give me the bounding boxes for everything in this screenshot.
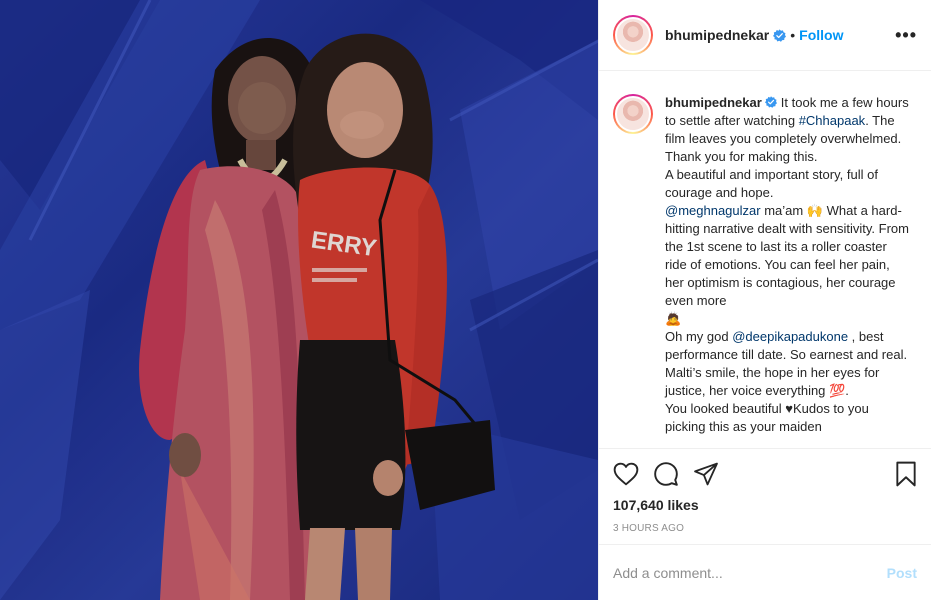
caption-area: bhumipednekar It took me a few hours to s… [599, 72, 931, 448]
share-icon [694, 462, 718, 486]
raised-hands-emoji: 🙌 [806, 203, 824, 218]
avatar[interactable] [613, 15, 653, 55]
post-photo-illustration: ERRY [0, 0, 598, 600]
hashtag-link[interactable]: #Chhapaak [799, 113, 866, 128]
post-header: bhumipednekar • Follow ••• [599, 0, 931, 71]
more-options-icon[interactable]: ••• [895, 25, 917, 46]
comment-button[interactable] [653, 454, 693, 494]
separator-dot: • [790, 27, 796, 43]
caption-para4a: Oh my god [665, 329, 733, 344]
bookmark-icon [896, 461, 916, 487]
action-icon-row [613, 449, 917, 499]
header-username[interactable]: bhumipednekar [665, 27, 769, 43]
bowing-person-emoji: 🙇 [665, 311, 682, 326]
caption-avatar[interactable] [613, 94, 653, 134]
caption-para3b: What a hard-hitting narrative dealt with… [665, 203, 909, 308]
share-button[interactable] [693, 454, 733, 494]
caption-para2: A beautiful and important story, full of… [665, 167, 878, 200]
likes-count[interactable]: 107,640 likes [613, 497, 917, 513]
verified-badge-icon [773, 28, 787, 42]
hundred-emoji: 💯 [829, 383, 846, 398]
like-button[interactable] [613, 454, 653, 494]
save-button[interactable] [877, 454, 917, 494]
caption-para5a: You looked beautiful [665, 401, 786, 416]
follow-button[interactable]: Follow [799, 27, 843, 43]
caption-text: bhumipednekar It took me a few hours to s… [665, 94, 910, 448]
comment-form: Post [599, 544, 931, 600]
post-actions: 107,640 likes 3 HOURS AGO [599, 448, 931, 544]
mention-meghnagulzar[interactable]: @meghnagulzar [665, 203, 761, 218]
caption-para3a: ma’am [760, 203, 807, 218]
post-comment-button[interactable]: Post [887, 565, 917, 581]
caption-username[interactable]: bhumipednekar [665, 95, 762, 110]
mention-deepikapadukone[interactable]: @deepikapadukone [732, 329, 848, 344]
comment-icon [654, 462, 678, 486]
post-photo[interactable]: ERRY [0, 0, 598, 600]
heart-icon [613, 462, 639, 486]
post-side-panel: bhumipednekar • Follow ••• bhumipednekar… [598, 0, 931, 600]
verified-badge-icon [764, 96, 777, 108]
caption-para4c: . [845, 383, 849, 398]
post-timestamp[interactable]: 3 HOURS AGO [613, 523, 917, 534]
comment-input[interactable] [613, 564, 887, 581]
heart-glyph-icon: ♥ [785, 401, 793, 416]
